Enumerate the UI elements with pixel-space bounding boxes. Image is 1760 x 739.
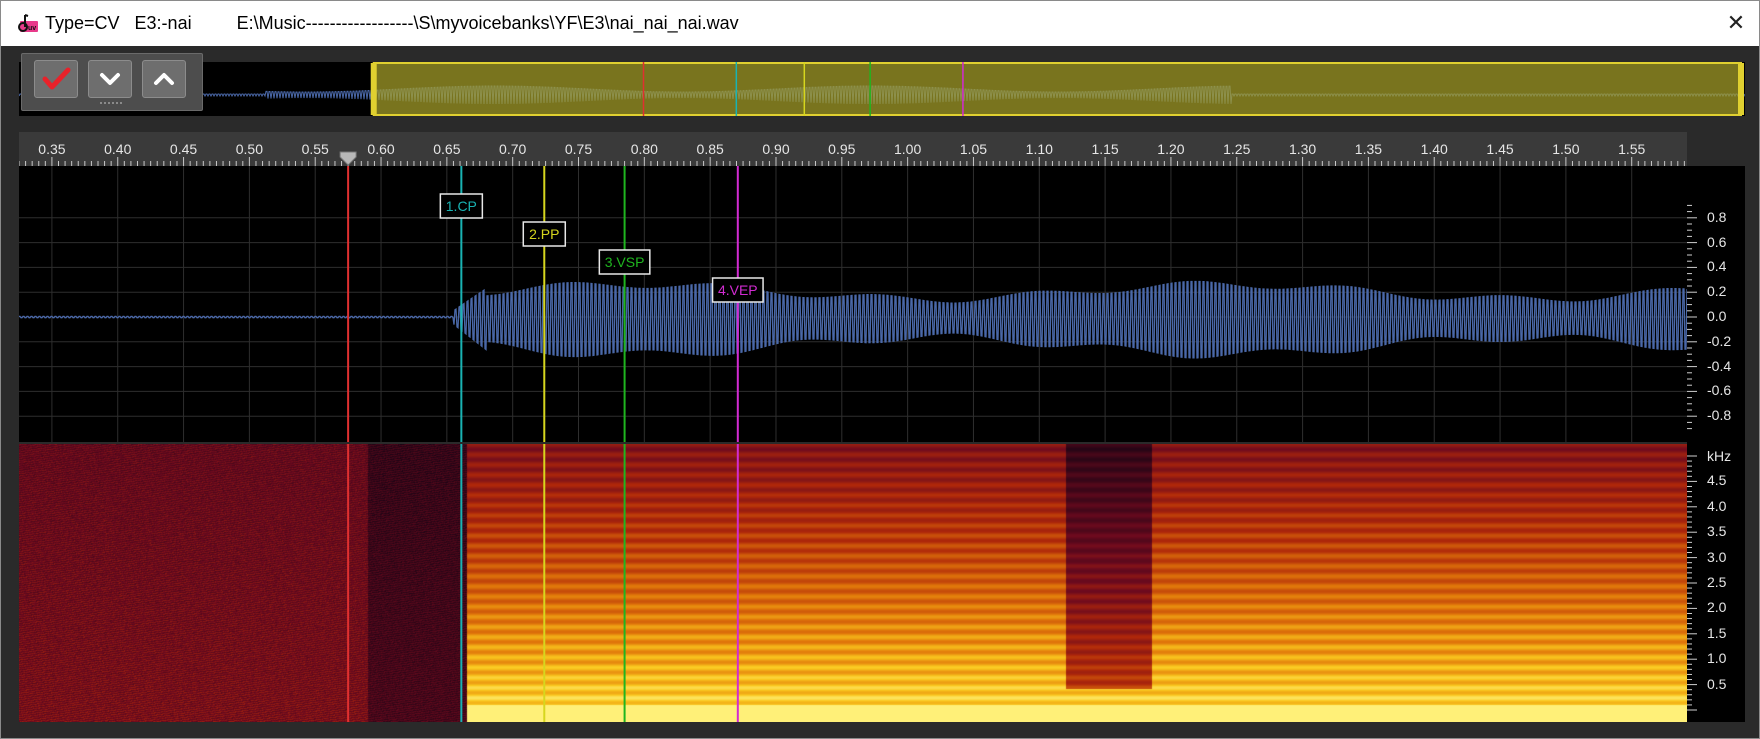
amplitude-tick-label: 0.4	[1707, 258, 1727, 275]
frequency-tick-label: 3.0	[1707, 548, 1727, 565]
time-tick-label: 0.50	[235, 141, 263, 157]
amplitude-tick-label: -0.2	[1707, 332, 1732, 349]
marker-toolbar	[21, 53, 203, 111]
marker-vep-label: 4.VEP	[718, 282, 758, 298]
marker-pp-label: 2.PP	[529, 226, 559, 242]
ruler-corner	[1687, 132, 1745, 166]
marker-cp-label: 1.CP	[446, 198, 477, 214]
frequency-tick-label: 4.0	[1707, 497, 1727, 514]
time-tick-label: 1.20	[1157, 141, 1185, 157]
chevron-up-icon	[154, 73, 174, 85]
overview-selection-right-handle	[1738, 63, 1744, 115]
app-icon: uv	[18, 14, 38, 32]
time-tick-label: 0.40	[104, 141, 132, 157]
time-tick-label: 1.40	[1420, 141, 1448, 157]
time-tick-label: 0.95	[828, 141, 856, 157]
audio-editor-window: uv Type=CV E3:-nai E:\Music-------------…	[0, 0, 1760, 739]
time-tick-label: 0.65	[433, 141, 461, 157]
time-tick-label: 0.75	[564, 141, 593, 157]
frequency-tick-label: 1.5	[1707, 624, 1727, 641]
amplitude-tick-label: 0.8	[1707, 208, 1727, 225]
time-tick-label: 1.55	[1618, 141, 1646, 157]
time-tick-label: 0.55	[301, 141, 329, 157]
overview-selection	[372, 62, 1742, 116]
chevron-down-icon	[100, 73, 120, 85]
time-tick-label: 1.45	[1486, 141, 1514, 157]
spectrogram-markers	[347, 444, 739, 722]
playhead-handle	[339, 151, 357, 166]
toolbar-grip-icon[interactable]	[100, 101, 124, 107]
amplitude-tick-label: 0.2	[1707, 283, 1727, 300]
time-tick-label: 1.15	[1091, 141, 1119, 157]
editor-client-area: 0.35 0.40 0.45 0.50 0.55 0.60 0.65 0.70 0.75 0.80…	[1, 46, 1759, 738]
time-tick-label: 1.30	[1288, 141, 1317, 157]
time-tick-label: 1.05	[959, 141, 988, 157]
frequency-tick-label: 2.0	[1707, 599, 1727, 616]
frequency-unit-label: kHz	[1707, 448, 1732, 464]
overview-selection-left-handle	[370, 63, 377, 115]
confirm-button[interactable]	[34, 60, 78, 98]
spectrogram-panel[interactable]	[19, 444, 1687, 722]
window-title: Type=CV E3:-nai E:\Music----------------…	[45, 13, 739, 33]
time-tick-label: 1.50	[1552, 141, 1580, 157]
time-tick-label: 0.70	[499, 141, 527, 157]
value-axis: 0.8 0.6 0.4 0.2 0.0 -0.2 -0.4 -0.6 -0.8 kHz 4.5 4.0…	[1687, 166, 1745, 722]
check-icon	[42, 67, 71, 90]
time-tick-label: 0.80	[630, 141, 658, 157]
close-button[interactable]: ✕	[1713, 1, 1759, 45]
amplitude-tick-label: 0.0	[1707, 308, 1727, 324]
frequency-tick-label: 0.5	[1707, 675, 1727, 692]
amplitude-tick-label: -0.8	[1707, 407, 1732, 424]
frequency-tick-label: 4.5	[1707, 472, 1727, 489]
waveform-panel[interactable]: 1.CP 2.PP 3.VSP 4.VEP	[19, 166, 1688, 442]
frequency-tick-label: 3.5	[1707, 523, 1727, 540]
time-tick-label: 0.90	[762, 141, 790, 157]
title-bar: uv Type=CV E3:-nai E:\Music-------------…	[1, 1, 1759, 45]
move-up-button[interactable]	[142, 60, 186, 98]
time-tick-label: 0.35	[38, 141, 66, 157]
overview-waveform[interactable]	[18, 62, 1746, 116]
time-tick-label: 0.45	[169, 141, 198, 157]
move-down-button[interactable]	[88, 60, 132, 98]
amplitude-tick-label: -0.4	[1707, 357, 1732, 374]
amplitude-tick-label: -0.6	[1707, 382, 1732, 399]
time-ruler[interactable]: 0.35 0.40 0.45 0.50 0.55 0.60 0.65 0.70 0.75 0.80…	[19, 132, 1687, 166]
close-icon: ✕	[1726, 10, 1746, 35]
marker-vsp-label: 3.VSP	[605, 254, 645, 270]
frequency-tick-label: 2.5	[1707, 574, 1727, 590]
svg-text:uv: uv	[28, 25, 36, 32]
time-tick-label: 1.25	[1223, 141, 1251, 157]
time-tick-label: 1.00	[894, 141, 922, 157]
overview-canvas	[18, 62, 1746, 116]
time-tick-label: 1.10	[1025, 141, 1053, 157]
frequency-tick-label: 1.0	[1707, 650, 1727, 667]
time-tick-label: 0.60	[367, 141, 395, 157]
time-tick-label: 0.85	[696, 141, 724, 157]
amplitude-tick-label: 0.6	[1707, 233, 1727, 250]
waveform-canvas: 1.CP 2.PP 3.VSP 4.VEP	[19, 166, 1688, 442]
time-tick-label: 1.35	[1354, 141, 1383, 157]
waveform-trace	[19, 280, 1688, 359]
